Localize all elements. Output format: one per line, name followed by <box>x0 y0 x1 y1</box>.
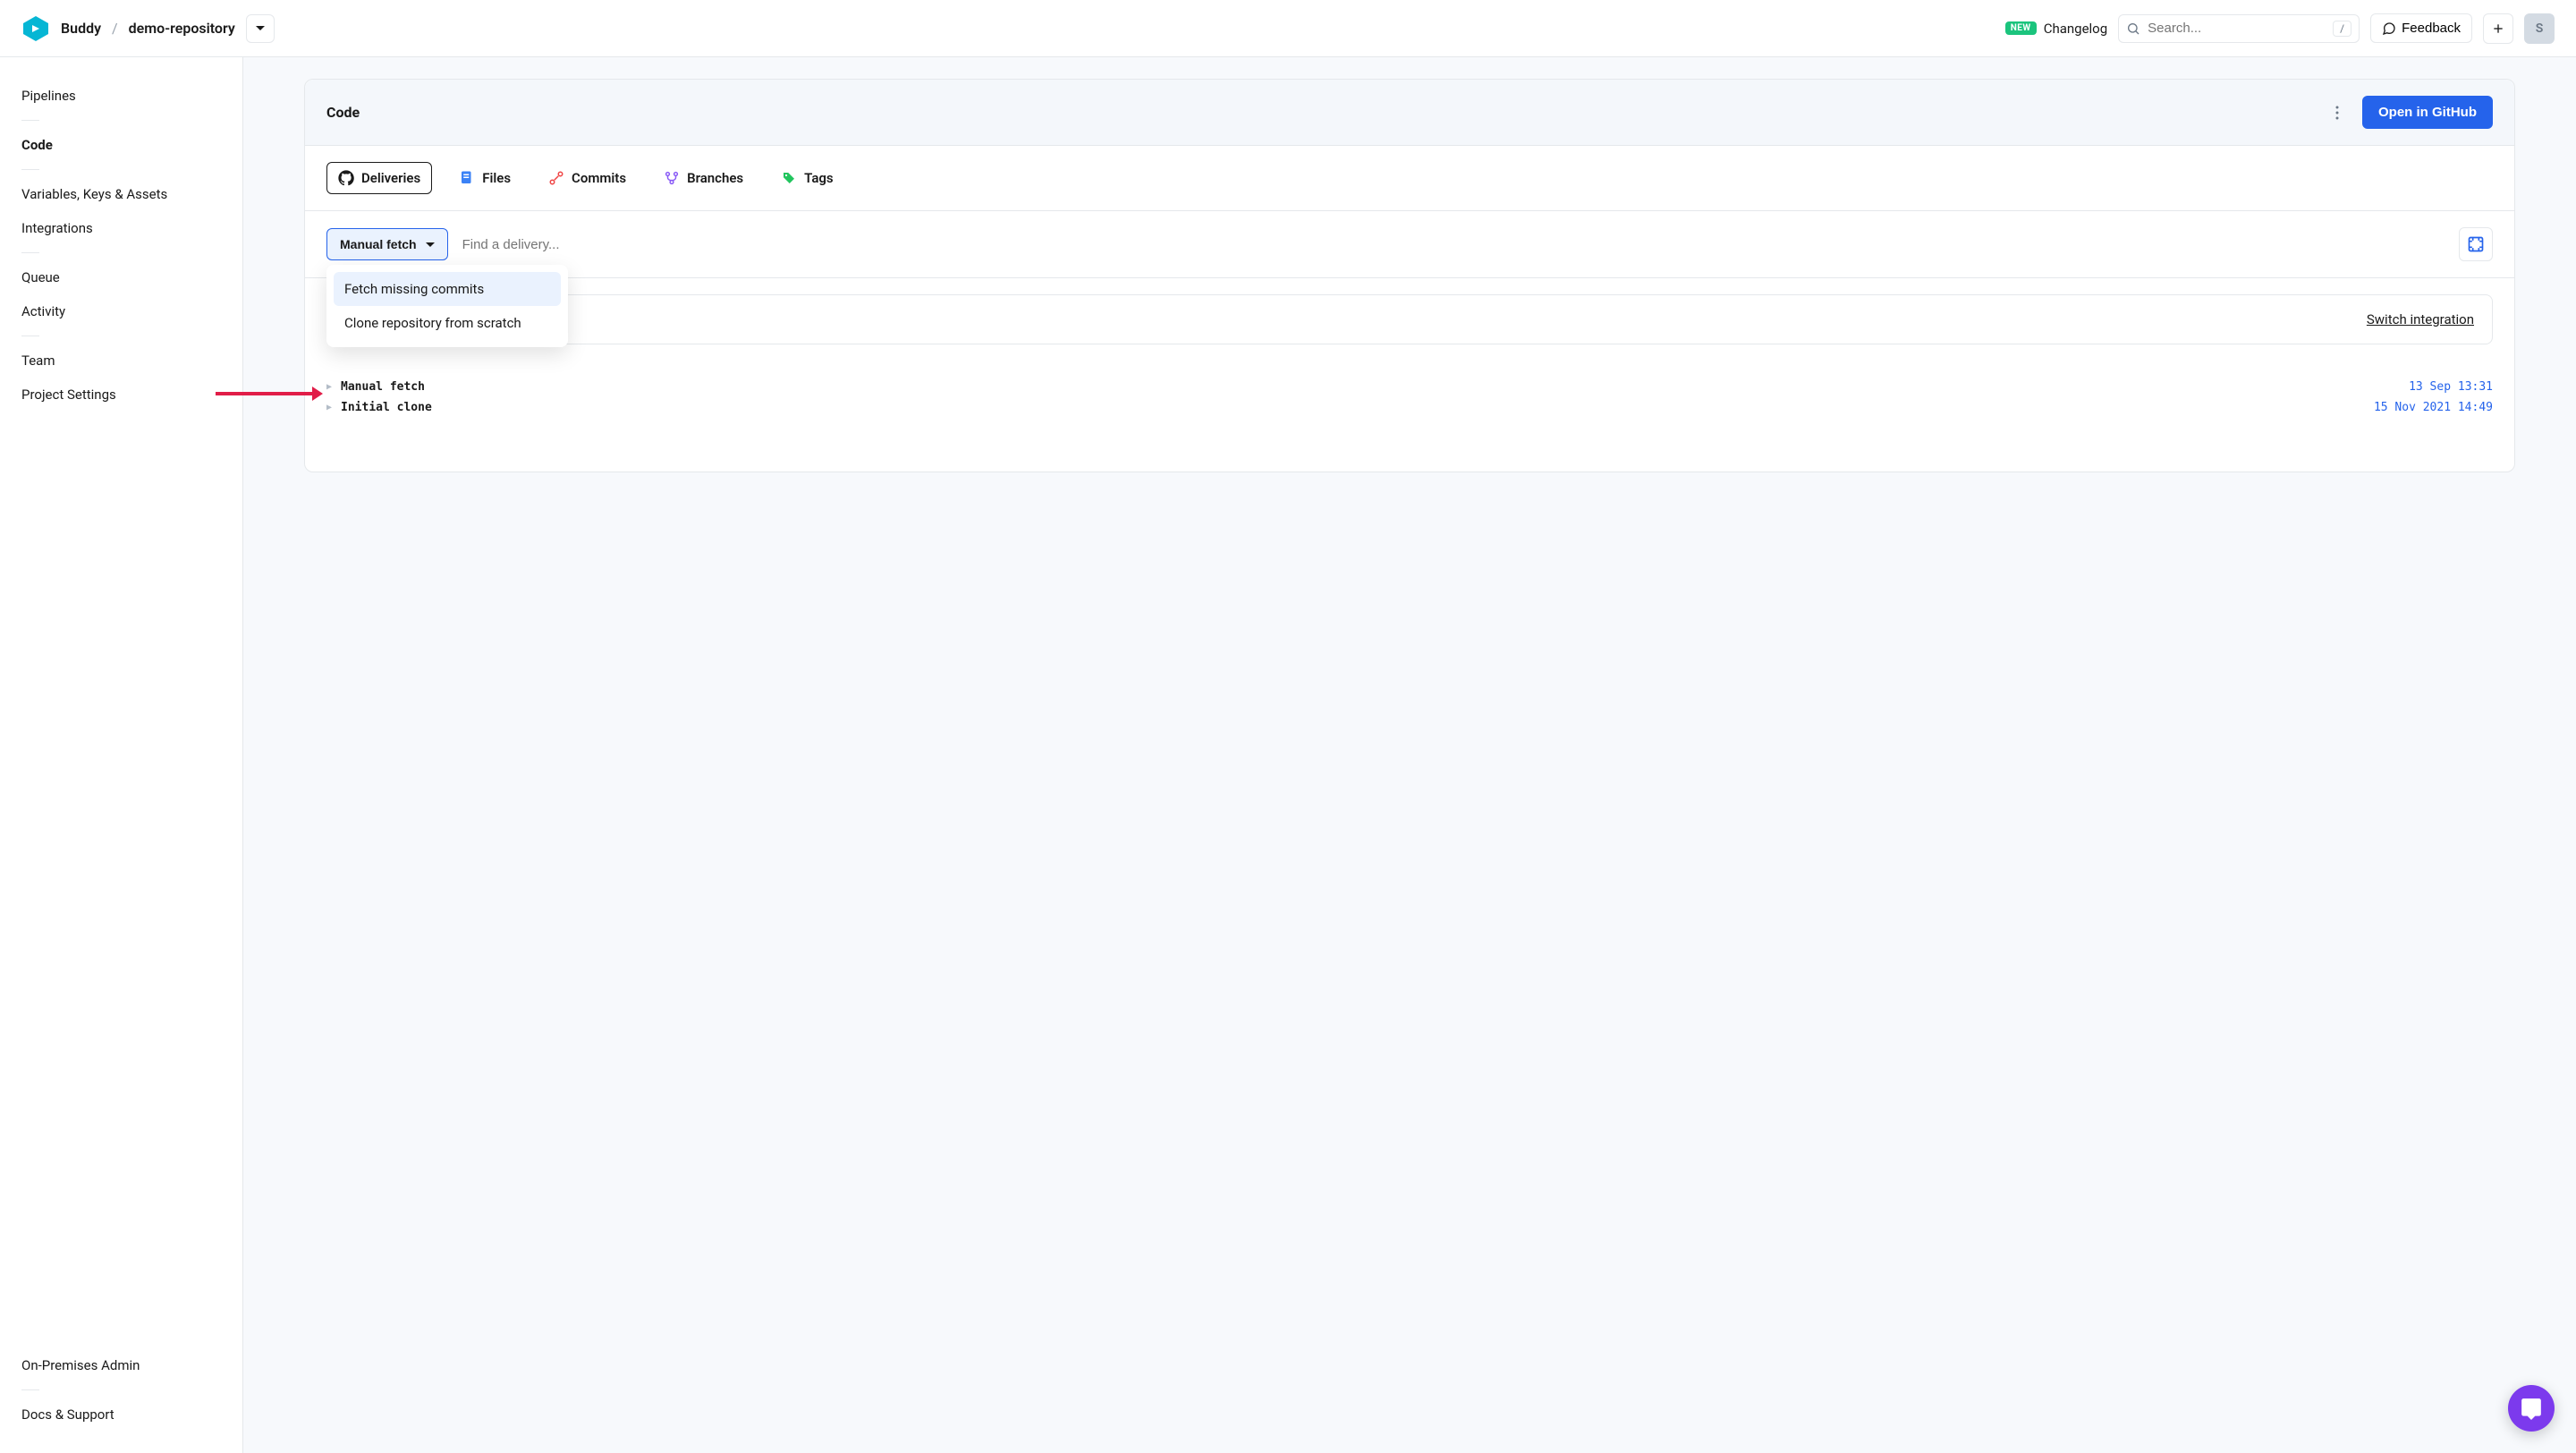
user-avatar[interactable]: S <box>2524 13 2555 44</box>
tab-label: Branches <box>687 170 743 186</box>
sidebar: Pipelines Code Variables, Keys & Assets … <box>0 57 243 1453</box>
tab-tags[interactable]: Tags <box>770 163 844 193</box>
feedback-label: Feedback <box>2402 21 2461 36</box>
search-box[interactable]: / <box>2118 14 2360 43</box>
intercom-icon <box>2520 1397 2543 1420</box>
delivery-name: Initial clone <box>341 401 432 414</box>
sidebar-divider <box>21 169 39 170</box>
caret-down-icon <box>426 242 435 247</box>
sidebar-item-team[interactable]: Team <box>21 344 221 378</box>
sidebar-item-docs-support[interactable]: Docs & Support <box>21 1398 221 1432</box>
delivery-row[interactable]: ▶ Initial clone 15 Nov 2021 14:49 <box>326 397 2493 418</box>
find-delivery-input[interactable] <box>462 237 2445 252</box>
delivery-row[interactable]: ▶ Manual fetch 13 Sep 13:31 <box>326 377 2493 397</box>
branches-icon <box>664 170 680 186</box>
sidebar-item-activity[interactable]: Activity <box>21 294 221 328</box>
expand-arrow-icon: ▶ <box>326 403 332 412</box>
card-actions: Open in GitHub <box>2323 96 2493 129</box>
new-badge: NEW <box>2005 21 2037 35</box>
sidebar-item-project-settings[interactable]: Project Settings <box>21 378 221 412</box>
tabs: Deliveries Files Commits Branches Tags <box>305 146 2514 211</box>
deliveries-toolbar: Manual fetch Fetch missing commits Clone… <box>305 211 2514 278</box>
changelog-link[interactable]: NEW Changelog <box>2005 21 2107 37</box>
sidebar-item-variables[interactable]: Variables, Keys & Assets <box>21 177 221 211</box>
feedback-button[interactable]: Feedback <box>2370 13 2472 43</box>
card-header: Code Open in GitHub <box>305 80 2514 146</box>
fullscreen-button[interactable] <box>2459 227 2493 261</box>
sidebar-item-code[interactable]: Code <box>21 128 221 162</box>
card-title: Code <box>326 104 360 121</box>
project-dropdown-button[interactable] <box>246 14 275 43</box>
chat-icon <box>2382 21 2396 36</box>
buddy-logo[interactable] <box>21 14 50 43</box>
fetch-label: Manual fetch <box>340 237 417 251</box>
dropdown-item-fetch-missing[interactable]: Fetch missing commits <box>334 272 561 306</box>
search-icon <box>2126 21 2140 36</box>
tab-files[interactable]: Files <box>448 163 521 193</box>
files-icon <box>459 170 475 186</box>
header-left: Buddy / demo-repository <box>21 14 275 43</box>
delivery-timestamp: 13 Sep 13:31 <box>2409 380 2493 394</box>
deliveries-list: ▶ Manual fetch 13 Sep 13:31 ▶ Initial cl… <box>305 361 2514 472</box>
intercom-launcher[interactable] <box>2508 1385 2555 1432</box>
breadcrumb: Buddy / demo-repository <box>61 20 235 37</box>
tab-label: Deliveries <box>361 170 420 186</box>
open-in-github-button[interactable]: Open in GitHub <box>2362 96 2493 129</box>
tab-label: Tags <box>804 170 834 186</box>
tags-icon <box>781 170 797 186</box>
sidebar-item-pipelines[interactable]: Pipelines <box>21 79 221 113</box>
main-content: Code Open in GitHub Deliveries Files <box>243 57 2576 1453</box>
sidebar-divider <box>21 252 39 253</box>
sidebar-divider <box>21 1389 39 1390</box>
integration-box: Switch integration <box>326 294 2493 344</box>
expand-arrow-icon: ▶ <box>326 382 332 392</box>
header-right: NEW Changelog / Feedback S <box>2005 13 2555 44</box>
add-button[interactable] <box>2483 13 2513 44</box>
tab-label: Commits <box>572 170 626 186</box>
card-menu-button[interactable] <box>2323 98 2351 127</box>
dropdown-item-clone-scratch[interactable]: Clone repository from scratch <box>334 306 561 340</box>
app-header: Buddy / demo-repository NEW Changelog / … <box>0 0 2576 57</box>
sidebar-item-on-premises-admin[interactable]: On-Premises Admin <box>21 1348 221 1382</box>
annotation-arrow <box>216 385 323 406</box>
tab-branches[interactable]: Branches <box>653 163 754 193</box>
switch-integration-link[interactable]: Switch integration <box>2367 311 2474 327</box>
commits-icon <box>548 170 564 186</box>
delivery-name: Manual fetch <box>341 380 425 394</box>
search-input[interactable] <box>2148 21 2326 36</box>
code-card: Code Open in GitHub Deliveries Files <box>304 79 2515 472</box>
search-shortcut-key: / <box>2333 21 2351 37</box>
layout: Pipelines Code Variables, Keys & Assets … <box>0 57 2576 1453</box>
tab-label: Files <box>482 170 511 186</box>
github-icon <box>338 170 354 186</box>
tab-deliveries[interactable]: Deliveries <box>326 162 432 194</box>
breadcrumb-project[interactable]: demo-repository <box>129 20 235 37</box>
fetch-dropdown-menu: Fetch missing commits Clone repository f… <box>326 265 568 347</box>
delivery-timestamp: 15 Nov 2021 14:49 <box>2374 401 2493 414</box>
breadcrumb-separator: / <box>112 20 118 37</box>
sidebar-divider <box>21 120 39 121</box>
tab-commits[interactable]: Commits <box>538 163 637 193</box>
manual-fetch-button[interactable]: Manual fetch <box>326 228 448 260</box>
sidebar-item-integrations[interactable]: Integrations <box>21 211 221 245</box>
fullscreen-icon <box>2467 235 2485 253</box>
plus-icon <box>2491 21 2505 36</box>
sidebar-item-queue[interactable]: Queue <box>21 260 221 294</box>
breadcrumb-workspace[interactable]: Buddy <box>61 20 101 37</box>
kebab-icon <box>2335 106 2339 120</box>
changelog-label: Changelog <box>2044 21 2107 37</box>
caret-down-icon <box>256 26 265 30</box>
